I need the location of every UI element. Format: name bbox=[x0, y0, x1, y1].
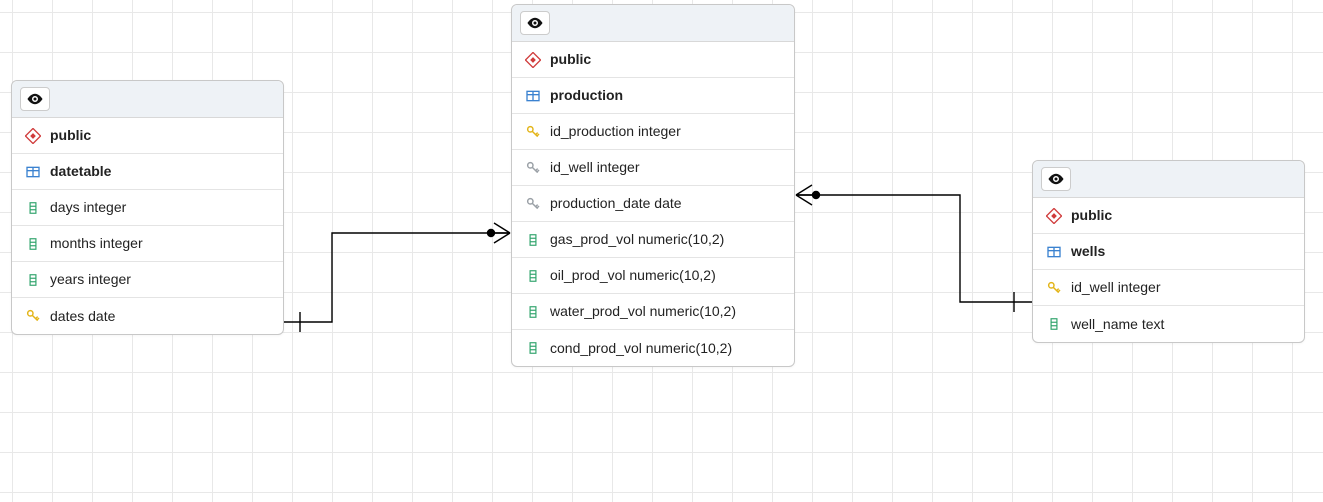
column-label: well_name text bbox=[1071, 315, 1292, 333]
foreign-key-icon bbox=[524, 195, 542, 213]
column-icon bbox=[1045, 315, 1063, 333]
column-icon bbox=[524, 339, 542, 357]
visibility-toggle[interactable] bbox=[1041, 167, 1071, 191]
visibility-toggle[interactable] bbox=[520, 11, 550, 35]
column-row[interactable]: id_well integer bbox=[1033, 270, 1304, 306]
column-icon bbox=[524, 267, 542, 285]
card-header bbox=[512, 5, 794, 42]
eye-icon bbox=[526, 14, 544, 32]
table-card-wells[interactable]: public wells id_well integer well_name t… bbox=[1032, 160, 1305, 343]
table-name-row[interactable]: production bbox=[512, 78, 794, 114]
column-row[interactable]: well_name text bbox=[1033, 306, 1304, 342]
visibility-toggle[interactable] bbox=[20, 87, 50, 111]
foreign-key-icon bbox=[524, 159, 542, 177]
column-row[interactable]: years integer bbox=[12, 262, 283, 298]
column-label: production_date date bbox=[550, 194, 782, 212]
table-name-row[interactable]: wells bbox=[1033, 234, 1304, 270]
column-icon bbox=[24, 199, 42, 217]
primary-key-icon bbox=[1045, 279, 1063, 297]
schema-row[interactable]: public bbox=[12, 118, 283, 154]
column-label: gas_prod_vol numeric(10,2) bbox=[550, 230, 782, 248]
column-icon bbox=[524, 303, 542, 321]
schema-name: public bbox=[50, 126, 271, 144]
schema-name: public bbox=[1071, 206, 1292, 224]
schema-icon bbox=[1045, 207, 1063, 225]
column-row[interactable]: days integer bbox=[12, 190, 283, 226]
table-card-datetable[interactable]: public datetable days integer months int… bbox=[11, 80, 284, 335]
schema-row[interactable]: public bbox=[512, 42, 794, 78]
card-header bbox=[12, 81, 283, 118]
table-name: production bbox=[550, 86, 782, 104]
table-name-row[interactable]: datetable bbox=[12, 154, 283, 190]
column-row[interactable]: id_well integer bbox=[512, 150, 794, 186]
table-name: wells bbox=[1071, 242, 1292, 260]
column-row[interactable]: id_production integer bbox=[512, 114, 794, 150]
schema-row[interactable]: public bbox=[1033, 198, 1304, 234]
column-icon bbox=[24, 271, 42, 289]
table-card-production[interactable]: public production id_production integer … bbox=[511, 4, 795, 367]
eye-icon bbox=[26, 90, 44, 108]
column-row[interactable]: dates date bbox=[12, 298, 283, 334]
card-header bbox=[1033, 161, 1304, 198]
column-row[interactable]: months integer bbox=[12, 226, 283, 262]
column-icon bbox=[524, 231, 542, 249]
schema-icon bbox=[524, 51, 542, 69]
column-label: months integer bbox=[50, 234, 271, 252]
table-icon bbox=[24, 163, 42, 181]
column-label: oil_prod_vol numeric(10,2) bbox=[550, 266, 782, 284]
column-row[interactable]: water_prod_vol numeric(10,2) bbox=[512, 294, 794, 330]
column-row[interactable]: production_date date bbox=[512, 186, 794, 222]
column-label: dates date bbox=[50, 307, 271, 325]
eye-icon bbox=[1047, 170, 1065, 188]
column-label: days integer bbox=[50, 198, 271, 216]
column-icon bbox=[24, 235, 42, 253]
column-row[interactable]: cond_prod_vol numeric(10,2) bbox=[512, 330, 794, 366]
column-label: years integer bbox=[50, 270, 271, 288]
column-row[interactable]: gas_prod_vol numeric(10,2) bbox=[512, 222, 794, 258]
column-label: id_well integer bbox=[1071, 278, 1292, 296]
primary-key-icon bbox=[524, 123, 542, 141]
schema-name: public bbox=[550, 50, 782, 68]
table-icon bbox=[1045, 243, 1063, 261]
column-label: id_production integer bbox=[550, 122, 782, 140]
table-icon bbox=[524, 87, 542, 105]
column-label: id_well integer bbox=[550, 158, 782, 176]
table-name: datetable bbox=[50, 162, 271, 180]
column-label: cond_prod_vol numeric(10,2) bbox=[550, 339, 782, 357]
primary-key-icon bbox=[24, 307, 42, 325]
schema-icon bbox=[24, 127, 42, 145]
column-label: water_prod_vol numeric(10,2) bbox=[550, 302, 782, 320]
column-row[interactable]: oil_prod_vol numeric(10,2) bbox=[512, 258, 794, 294]
